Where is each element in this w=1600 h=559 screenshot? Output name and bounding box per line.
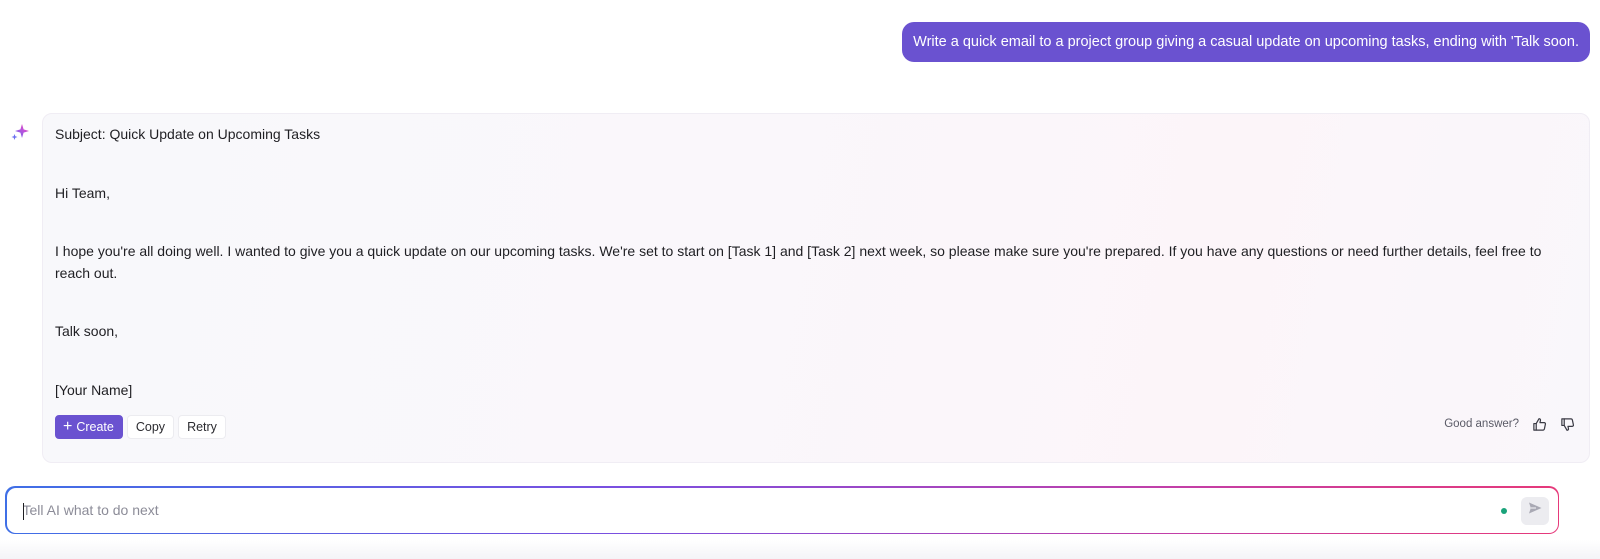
- copy-button-label: Copy: [135, 420, 166, 434]
- thumbs-up-icon[interactable]: [1531, 416, 1547, 432]
- send-button[interactable]: [1520, 496, 1549, 525]
- email-greeting: Hi Team,: [55, 184, 110, 201]
- assistant-response-text: Subject: Quick Update on Upcoming Tasks …: [55, 124, 1569, 401]
- email-subject: Subject: Quick Update on Upcoming Tasks: [55, 126, 321, 142]
- plus-icon: +: [63, 418, 73, 435]
- text-caret: [22, 502, 24, 520]
- email-signature: [Your Name]: [55, 381, 133, 398]
- status-dot: [1500, 507, 1507, 514]
- sparkles-icon: [8, 120, 32, 144]
- user-message-bubble: Write a quick email to a project group g…: [902, 22, 1590, 62]
- feedback-bar: Good answer?: [1444, 416, 1575, 432]
- retry-button[interactable]: Retry: [178, 415, 226, 439]
- email-body: I hope you're all doing well. I wanted t…: [55, 243, 1542, 281]
- composer-inner: [6, 487, 1558, 533]
- retry-button-label: Retry: [187, 420, 217, 434]
- create-button[interactable]: + Create: [55, 415, 123, 439]
- feedback-prompt: Good answer?: [1444, 418, 1519, 430]
- response-actions: + Create Copy Retry: [55, 415, 226, 439]
- bottom-fade: [0, 540, 1600, 559]
- copy-button[interactable]: Copy: [126, 415, 175, 439]
- user-message-row: Write a quick email to a project group g…: [902, 22, 1590, 62]
- send-icon: [1527, 500, 1543, 521]
- composer: [5, 486, 1559, 534]
- thumbs-down-icon[interactable]: [1559, 416, 1575, 432]
- assistant-response-card: Subject: Quick Update on Upcoming Tasks …: [42, 113, 1590, 463]
- create-button-label: Create: [76, 420, 114, 434]
- prompt-input[interactable]: [22, 487, 1483, 533]
- email-closing: Talk soon,: [55, 323, 119, 339]
